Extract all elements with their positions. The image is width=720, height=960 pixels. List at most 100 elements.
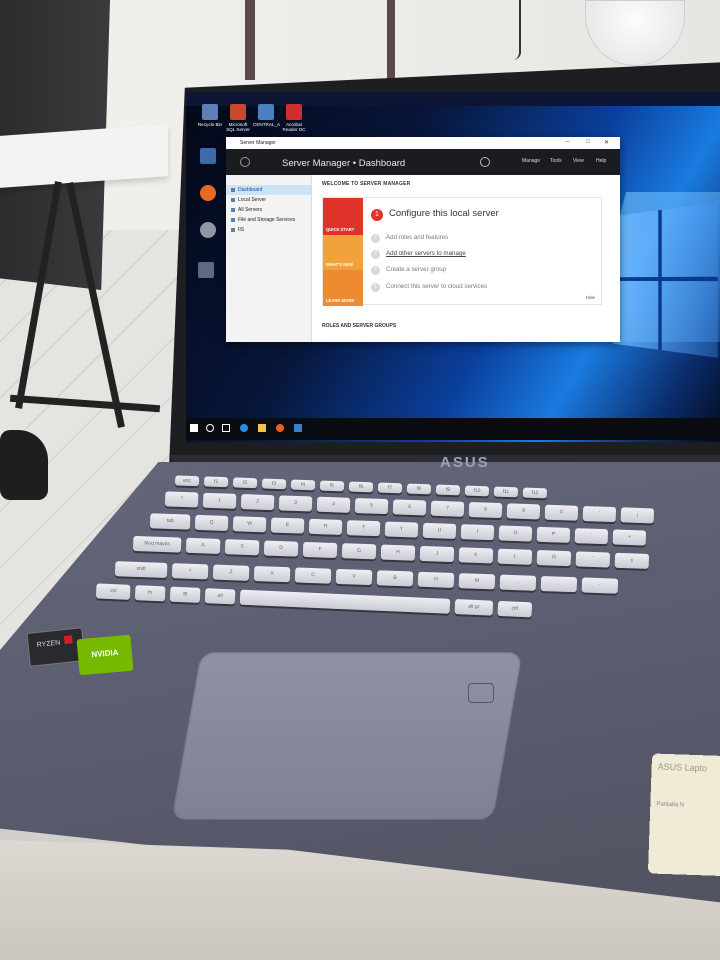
key[interactable]: R bbox=[308, 518, 343, 535]
desktop-icon-settings[interactable] bbox=[195, 222, 221, 240]
sidebar-item-dashboard[interactable]: Dashboard bbox=[226, 185, 311, 195]
key[interactable]: N bbox=[417, 571, 455, 588]
touchpad[interactable] bbox=[171, 652, 523, 820]
key[interactable]: ¡ bbox=[620, 507, 655, 524]
key[interactable]: B bbox=[376, 570, 414, 587]
key[interactable]: Ñ bbox=[536, 550, 572, 567]
key[interactable]: X bbox=[253, 565, 291, 583]
key[interactable]: < bbox=[171, 563, 209, 580]
key[interactable]: P bbox=[536, 526, 571, 543]
key[interactable]: f4 bbox=[290, 479, 316, 491]
key[interactable]: W bbox=[232, 516, 267, 533]
step-add-servers[interactable]: 3 Add other servers to manage bbox=[371, 250, 466, 259]
step-add-roles[interactable]: 2 Add roles and features bbox=[371, 234, 448, 243]
key[interactable]: f12 bbox=[522, 487, 548, 499]
key[interactable]: f3 bbox=[261, 478, 287, 490]
key[interactable]: 5 bbox=[354, 498, 389, 515]
key[interactable]: I bbox=[460, 524, 495, 541]
key[interactable]: S bbox=[224, 539, 260, 556]
refresh-icon[interactable] bbox=[480, 157, 490, 167]
start-icon[interactable] bbox=[190, 424, 198, 432]
key[interactable]: alt gr bbox=[454, 599, 494, 616]
key[interactable]: ` bbox=[574, 528, 609, 545]
key[interactable]: + bbox=[612, 529, 647, 546]
task-view-icon[interactable] bbox=[222, 424, 230, 432]
key[interactable]: 6 bbox=[392, 499, 427, 516]
key[interactable]: A bbox=[185, 537, 221, 554]
key[interactable]: alt bbox=[204, 588, 236, 605]
key[interactable]: , bbox=[499, 574, 537, 591]
search-icon[interactable] bbox=[206, 424, 214, 432]
key[interactable]: 0 bbox=[544, 504, 579, 521]
key[interactable]: F bbox=[302, 541, 338, 559]
minimize-icon[interactable]: – bbox=[566, 139, 569, 145]
server-manager-window[interactable]: Server Manager – □ ✕ Server Manager • Da… bbox=[226, 137, 620, 342]
sidebar-item-all-servers[interactable]: All Servers bbox=[226, 205, 311, 215]
key[interactable]: 1 bbox=[202, 492, 237, 509]
key[interactable]: shift bbox=[114, 561, 168, 578]
key[interactable]: fn bbox=[134, 585, 166, 602]
quick-start-tile[interactable]: QUICK START bbox=[323, 198, 363, 235]
key[interactable]: f7 bbox=[377, 482, 403, 494]
key[interactable]: T bbox=[346, 520, 381, 537]
key[interactable]: f5 bbox=[319, 480, 345, 492]
key[interactable]: . bbox=[540, 576, 578, 593]
key[interactable]: ç bbox=[614, 552, 650, 569]
key[interactable]: C bbox=[294, 567, 332, 584]
folder-icon[interactable] bbox=[258, 424, 266, 432]
desktop-icon-recycle-bin[interactable]: Recycle Bin bbox=[197, 104, 223, 127]
whats-new-tile[interactable]: WHAT'S NEW bbox=[323, 235, 363, 270]
fingerprint-sensor-icon[interactable] bbox=[468, 683, 494, 703]
key[interactable]: V bbox=[335, 568, 373, 586]
key[interactable]: D bbox=[263, 540, 299, 557]
key[interactable]: f10 bbox=[464, 485, 490, 497]
key[interactable]: ' bbox=[582, 505, 617, 523]
step-configure-local-server[interactable]: 1 Configure this local server bbox=[371, 208, 499, 221]
key[interactable]: f1 bbox=[203, 476, 229, 488]
menu-help[interactable]: Help bbox=[596, 158, 606, 164]
key[interactable]: Y bbox=[384, 521, 419, 538]
key[interactable]: f9 bbox=[435, 484, 461, 496]
key[interactable]: f8 bbox=[406, 483, 432, 495]
key[interactable]: ctrl bbox=[95, 583, 131, 600]
step-create-group[interactable]: 4 Create a server group bbox=[371, 266, 446, 275]
desktop-icon-sql[interactable]: Microsoft SQL Server bbox=[225, 104, 251, 132]
server-manager-taskbar-icon[interactable] bbox=[294, 424, 302, 432]
key[interactable]: E bbox=[270, 517, 305, 534]
key[interactable]: esc bbox=[174, 475, 200, 487]
step-connect-cloud[interactable]: 5 Connect this server to cloud services bbox=[371, 283, 487, 292]
menu-tools[interactable]: Tools bbox=[550, 158, 562, 164]
sidebar-item-file-storage[interactable]: File and Storage Services bbox=[226, 215, 311, 225]
maximize-icon[interactable]: □ bbox=[586, 139, 590, 145]
key[interactable]: 2 bbox=[240, 494, 275, 511]
key[interactable]: tab bbox=[149, 513, 191, 530]
key[interactable]: Z bbox=[212, 564, 250, 581]
key[interactable]: 7 bbox=[430, 500, 465, 517]
sidebar-item-local-server[interactable]: Local Server bbox=[226, 195, 311, 205]
edge-icon[interactable] bbox=[240, 424, 248, 432]
key[interactable]: 8 bbox=[468, 501, 503, 519]
window-titlebar[interactable]: Server Manager – □ ✕ bbox=[226, 137, 620, 149]
key[interactable]: 4 bbox=[316, 496, 351, 513]
key[interactable]: 9 bbox=[506, 503, 541, 520]
key[interactable]: º bbox=[164, 491, 199, 508]
key[interactable]: U bbox=[422, 522, 457, 539]
key[interactable]: ⊞ bbox=[169, 586, 201, 603]
key[interactable]: - bbox=[581, 577, 619, 594]
key[interactable]: J bbox=[419, 545, 455, 563]
desktop-icon-central[interactable]: CENTRAL_A bbox=[253, 104, 280, 127]
firefox-icon[interactable] bbox=[276, 424, 284, 432]
key[interactable]: M bbox=[458, 573, 496, 590]
key[interactable]: ctrl bbox=[497, 600, 533, 618]
key[interactable]: O bbox=[498, 525, 533, 542]
menu-manage[interactable]: Manage bbox=[522, 158, 540, 164]
key[interactable]: L bbox=[497, 548, 533, 565]
key[interactable]: f11 bbox=[493, 486, 519, 498]
key[interactable]: H bbox=[380, 544, 416, 561]
desktop-icon-firefox[interactable] bbox=[195, 185, 221, 203]
back-icon[interactable] bbox=[240, 157, 250, 167]
learn-more-tile[interactable]: LEARN MORE bbox=[323, 270, 363, 306]
key[interactable]: f6 bbox=[348, 481, 374, 493]
desktop-icon[interactable] bbox=[195, 148, 221, 166]
menu-view[interactable]: View bbox=[573, 158, 584, 164]
